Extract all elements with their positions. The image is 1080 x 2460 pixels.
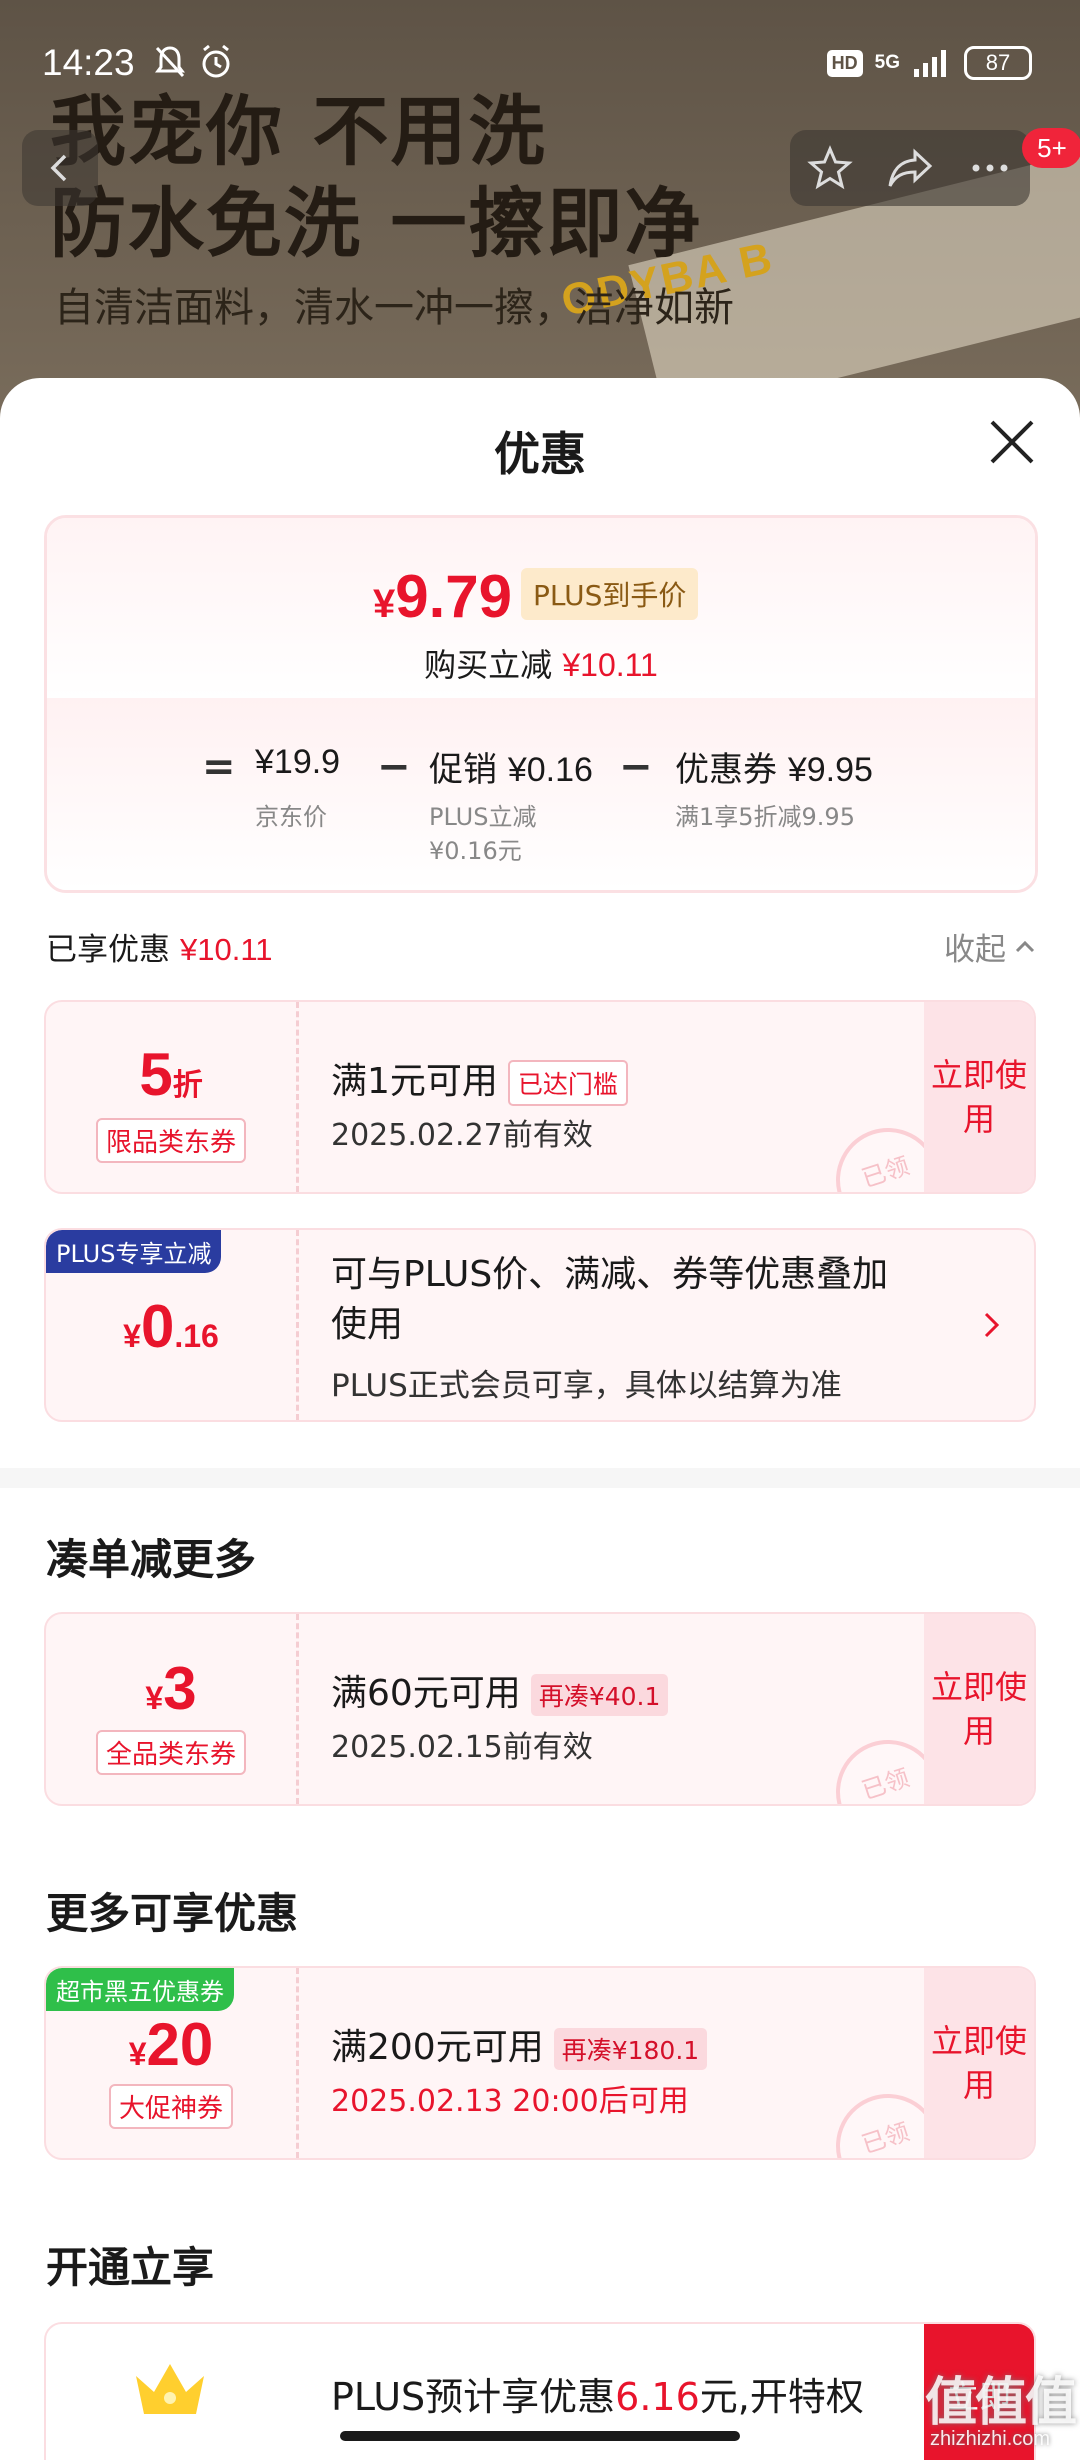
coupon-kind: 大促神券 [108, 2084, 234, 2129]
enjoyed-discount: 已享优惠 ¥10.11 [46, 932, 273, 968]
message-badge: 5+ [1022, 128, 1080, 168]
use-now-button[interactable]: 立即使用 [924, 1614, 1034, 1804]
watermark-url: zhizhizhi.com [930, 2428, 1051, 2450]
coupon-expiry: 2025.02.27前有效 [331, 1118, 593, 1153]
jd-price: ¥19.9 [255, 743, 341, 781]
coupon-condition: 满200元可用 再凑¥180.1 [331, 2018, 708, 2070]
hd-badge: HD [826, 49, 863, 77]
coupon-value: ¥20 [128, 2011, 214, 2078]
network-type: 5G [874, 52, 900, 73]
mute-bell-icon [155, 46, 185, 78]
chevron-left-icon [50, 154, 67, 182]
coupon-card: 超市黑五优惠券 ¥20 大促神券 满200元可用 再凑¥180.1 2025.02… [44, 1966, 1036, 2160]
coupon-condition: 满60元可用 再凑¥40.1 [331, 1664, 669, 1716]
banner-headline-2: 防水免洗 一擦即净 [50, 179, 703, 268]
chevron-right-icon [984, 1312, 1000, 1338]
plus-ribbon: PLUS专享立减 [46, 1230, 222, 1273]
plus-reduce-card[interactable]: PLUS专享立减 ¥0.16 可与PLUS价、满减、券等优惠叠加 使用 PLUS… [44, 1228, 1036, 1422]
battery-indicator: 87 [964, 46, 1032, 80]
crown-icon [136, 2364, 204, 2414]
status-time: 14:23 [42, 42, 135, 83]
alarm-clock-icon [202, 44, 230, 78]
plus-card-text: PLUS预计享优惠6.16元,开特权 [331, 2375, 864, 2419]
coupon-kind: 限品类东券 [95, 1118, 247, 1163]
supermarket-ribbon: 超市黑五优惠券 [46, 1968, 234, 2011]
more-icon[interactable] [966, 144, 1014, 192]
gap-tag: 再凑¥40.1 [530, 1674, 669, 1716]
promo-amount: 促销 ¥0.16 [429, 750, 593, 790]
price-summary-card: ¥9.79 PLUS到手价 购买立减 ¥10.11 = ¥19.9 京东价 − … [44, 515, 1038, 893]
coupon-kind: 全品类东券 [95, 1730, 247, 1775]
collapse-button[interactable]: 收起 [944, 924, 1038, 969]
chevron-up-icon [1015, 940, 1035, 952]
plus-price-tag: PLUS到手价 [521, 568, 699, 620]
coupon-value: 5折 [139, 1041, 203, 1108]
minus-sign: − [619, 744, 653, 790]
coupon-value: ¥3 [145, 1655, 197, 1722]
promo-sub-label: PLUS立减 [429, 803, 537, 831]
promo-sub-value: ¥0.16元 [429, 837, 522, 865]
gap-tag: 再凑¥180.1 [553, 2028, 708, 2070]
section-title-plus: 开通立享 [46, 2243, 215, 2292]
jd-price-label: 京东价 [255, 803, 327, 831]
watermark-logo: 值值值 [925, 2373, 1077, 2433]
coupon-card: 5折 限品类东券 满1元可用 已达门槛 2025.02.27前有效 已领 立即使用 [44, 1000, 1036, 1194]
back-button[interactable] [22, 130, 98, 206]
header-actions [790, 130, 1030, 206]
section-title-extra: 更多可享优惠 [46, 1889, 299, 1938]
home-indicator[interactable] [340, 2431, 740, 2441]
coupon-expiry: 2025.02.15前有效 [331, 1730, 593, 1765]
final-price: ¥9.79 [373, 563, 513, 630]
plus-reduce-desc: 可与PLUS价、满减、券等优惠叠加 使用 [331, 1254, 889, 1345]
signal-icon [914, 50, 946, 77]
close-icon[interactable] [984, 414, 1040, 470]
plus-reduce-value: ¥0.16 [123, 1293, 219, 1360]
coupon-card: ¥3 全品类东券 满60元可用 再凑¥40.1 2025.02.15前有效 已领 … [44, 1612, 1036, 1806]
minus-sign: − [377, 744, 411, 790]
use-now-button[interactable]: 立即使用 [924, 1968, 1034, 2158]
equals-sign: = [202, 744, 236, 790]
section-divider [0, 1468, 1080, 1488]
coupon-start-time: 2025.02.13 20:00后可用 [331, 2084, 689, 2119]
threshold-tag: 已达门槛 [507, 1060, 628, 1106]
coupon-amount: 优惠券 ¥9.95 [675, 750, 873, 790]
share-icon[interactable] [885, 144, 935, 192]
coupon-sub-label: 满1享5折减9.95 [675, 803, 855, 831]
status-indicators: HD 5G 87 [826, 46, 1032, 80]
banner-subtitle: 自清洁面料，清水一冲一擦，洁净如新 [54, 285, 734, 331]
section-title-more: 凑单减更多 [46, 1535, 257, 1584]
star-icon[interactable] [806, 144, 854, 192]
discount-sheet: 优惠 ¥9.79 PLUS到手价 购买立减 ¥10.11 = ¥19.9 京东价… [0, 378, 1080, 2460]
use-now-button[interactable]: 立即使用 [924, 1002, 1034, 1192]
instant-reduction: 购买立减 ¥10.11 [424, 646, 658, 684]
coupon-condition: 满1元可用 已达门槛 [331, 1052, 628, 1106]
plus-reduce-note: PLUS正式会员可享，具体以结算为准 [331, 1368, 842, 1404]
sheet-title: 优惠 [494, 427, 586, 481]
